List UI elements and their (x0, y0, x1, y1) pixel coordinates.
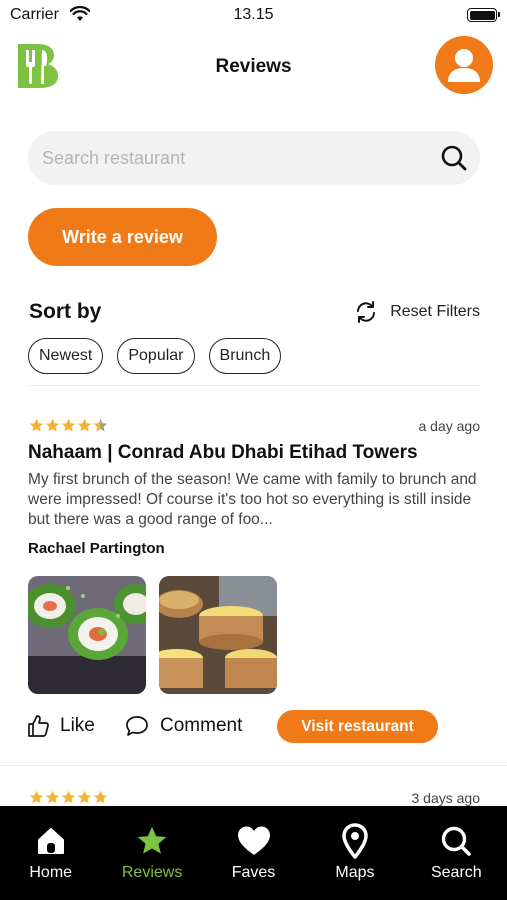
sushi-rolls-photo[interactable] (28, 576, 146, 694)
refresh-icon (357, 301, 376, 323)
tab-search[interactable]: Search (406, 806, 507, 900)
sort-by-heading: Sort by (29, 300, 102, 323)
half-star-icon (93, 418, 108, 432)
review-time: 3 days ago (411, 790, 481, 806)
star-rating (29, 790, 109, 805)
star-icon (61, 418, 76, 432)
star-icon (77, 418, 92, 432)
tab-home[interactable]: Home (0, 806, 101, 900)
search-icon[interactable] (440, 144, 468, 172)
like-button[interactable]: Like (26, 714, 95, 738)
review-photos (28, 576, 290, 694)
map-pin-icon (341, 823, 369, 859)
like-label: Like (60, 715, 95, 736)
home-icon (36, 824, 66, 858)
review-time: a day ago (418, 418, 481, 434)
custard-tarts-photo[interactable] (159, 576, 277, 694)
star-icon (29, 418, 44, 432)
star-icon (61, 790, 76, 804)
user-icon (448, 49, 480, 82)
tab-label: Maps (335, 864, 375, 881)
search-input[interactable] (42, 131, 422, 185)
star-icon (45, 790, 60, 804)
heart-icon (236, 824, 272, 858)
tab-faves[interactable]: Faves (203, 806, 304, 900)
clock: 13.15 (233, 6, 274, 23)
sort-chips: Newest Popular Brunch (28, 338, 295, 374)
reset-filters-label: Reset Filters (390, 303, 480, 320)
star-rating (29, 418, 109, 433)
tab-label: Faves (231, 864, 276, 881)
search-icon (440, 824, 472, 858)
page-title: Reviews (215, 56, 292, 77)
write-review-button[interactable]: Write a review (28, 208, 217, 266)
star-icon (77, 790, 92, 804)
divider (28, 385, 480, 386)
chip-popular[interactable]: Popular (117, 338, 195, 374)
star-icon (136, 824, 168, 858)
reset-filters-button[interactable]: Reset Filters (354, 300, 480, 324)
profile-avatar[interactable] (435, 36, 493, 94)
star-icon (45, 418, 60, 432)
star-icon (29, 790, 44, 804)
review-text: My first brunch of the season! We came w… (28, 471, 477, 528)
review-actions: Like Comment Visit restaurant (26, 710, 486, 744)
review-author[interactable]: Rachael Partington (28, 540, 165, 557)
thumbs-up-icon (28, 715, 49, 737)
review-card[interactable]: 3 days ago (0, 786, 507, 808)
tab-label: Reviews (121, 864, 183, 881)
chip-newest[interactable]: Newest (28, 338, 104, 374)
app-header: Reviews (0, 36, 507, 96)
chip-brunch[interactable]: Brunch (208, 338, 282, 374)
star-icon (93, 790, 108, 804)
status-bar: Carrier 13.15 (0, 0, 507, 30)
visit-restaurant-button[interactable]: Visit restaurant (277, 710, 438, 743)
tab-label: Home (29, 864, 73, 881)
comment-button[interactable]: Comment (124, 714, 242, 738)
battery-icon (467, 8, 500, 22)
search-bar (28, 131, 480, 185)
restaurant-name[interactable]: Nahaam | Conrad Abu Dhabi Etihad Towers (28, 442, 418, 464)
comment-icon (126, 716, 148, 736)
divider (0, 765, 507, 766)
tab-reviews[interactable]: Reviews (101, 806, 202, 900)
comment-label: Comment (160, 715, 243, 736)
tab-maps[interactable]: Maps (304, 806, 405, 900)
tab-label: Search (430, 864, 482, 881)
bottom-tab-bar: Home Reviews Faves Maps Search (0, 806, 507, 900)
